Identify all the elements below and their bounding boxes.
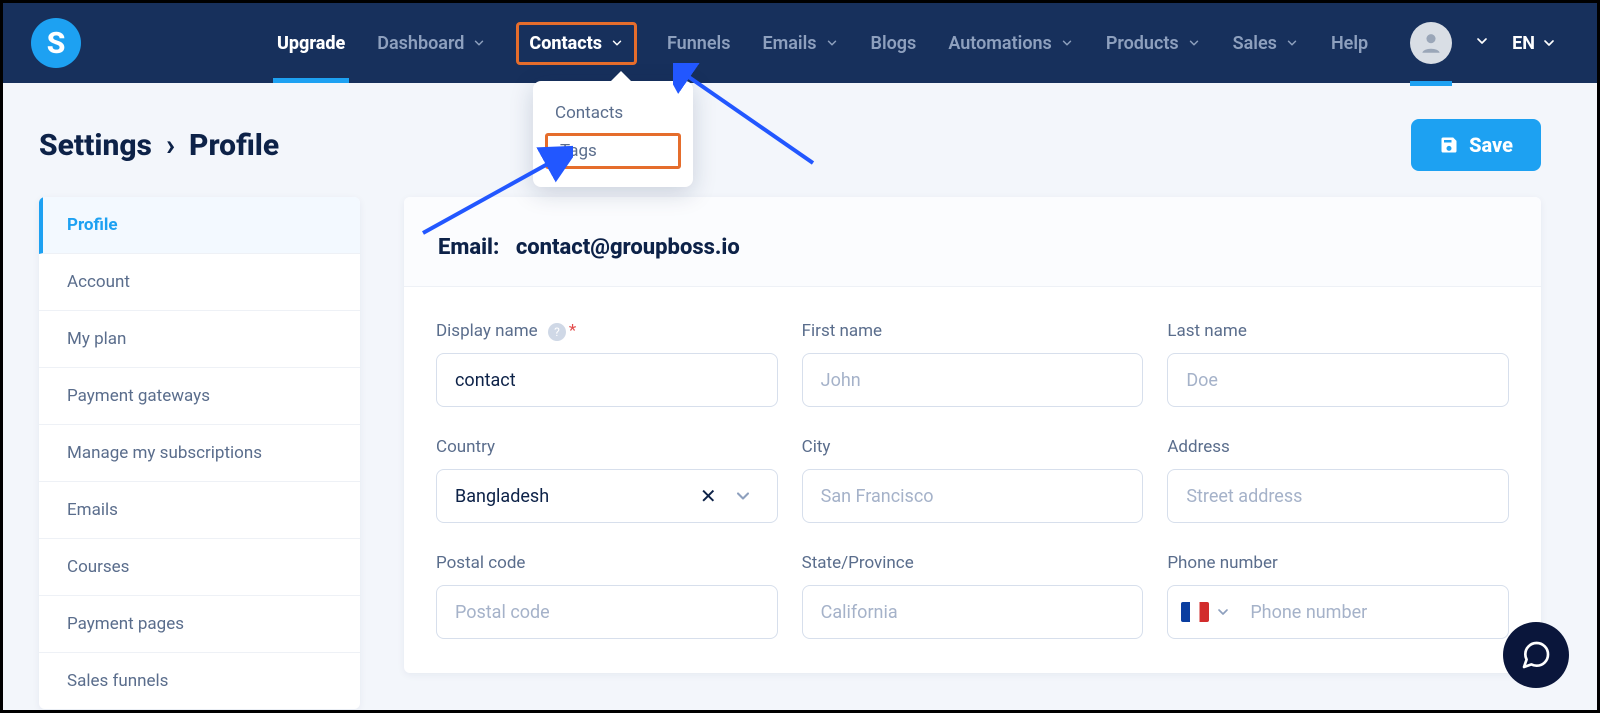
- field-display-name: Display name ?*: [436, 321, 778, 407]
- phone-country-selector[interactable]: [1181, 602, 1231, 622]
- label-phone: Phone number: [1167, 553, 1509, 573]
- user-icon: [1418, 30, 1444, 56]
- language-switch[interactable]: EN: [1512, 33, 1557, 54]
- chevron-down-icon: [472, 36, 486, 50]
- breadcrumb-settings[interactable]: Settings: [39, 128, 152, 163]
- chevron-down-icon: [825, 36, 839, 50]
- contacts-dropdown: Contacts Tags: [533, 81, 693, 187]
- avatar[interactable]: [1410, 22, 1452, 64]
- nav-dashboard[interactable]: Dashboard: [375, 33, 488, 54]
- nav-items: Upgrade Dashboard Contacts Funnels Email…: [275, 22, 1370, 65]
- nav-emails-label: Emails: [762, 33, 816, 54]
- breadcrumb: Settings › Profile: [39, 128, 279, 163]
- save-button-label: Save: [1469, 133, 1513, 157]
- nav-upgrade-label: Upgrade: [277, 33, 345, 54]
- field-city: City: [802, 437, 1144, 523]
- label-postal-code: Postal code: [436, 553, 778, 573]
- chevron-down-icon: [1541, 35, 1557, 51]
- nav-funnels-label: Funnels: [667, 33, 730, 54]
- email-header: Email: contact@groupboss.io: [404, 197, 1541, 287]
- brand-logo[interactable]: S: [31, 18, 81, 68]
- settings-sidebar: Profile Account My plan Payment gateways…: [39, 197, 360, 709]
- label-country: Country: [436, 437, 778, 457]
- save-icon: [1439, 135, 1459, 155]
- field-postal-code: Postal code: [436, 553, 778, 639]
- field-last-name: Last name: [1167, 321, 1509, 407]
- sidebar-item-payment-gateways[interactable]: Payment gateways: [39, 368, 360, 425]
- nav-contacts-label: Contacts: [529, 33, 602, 54]
- label-state: State/Province: [802, 553, 1144, 573]
- profile-form: Display name ?* First name Last name: [404, 287, 1541, 673]
- input-state[interactable]: [802, 585, 1144, 639]
- label-display-name: Display name ?*: [436, 321, 778, 341]
- chevron-down-icon: [1215, 604, 1231, 620]
- flag-france-icon: [1181, 602, 1209, 622]
- select-country[interactable]: Bangladesh ✕: [436, 469, 778, 523]
- nav-sales[interactable]: Sales: [1231, 33, 1301, 54]
- nav-emails[interactable]: Emails: [760, 33, 840, 54]
- chevron-down-icon: [1285, 36, 1299, 50]
- nav-blogs[interactable]: Blogs: [869, 33, 919, 54]
- breadcrumb-profile: Profile: [189, 128, 279, 163]
- page-header: Settings › Profile Save: [3, 83, 1597, 171]
- nav-products-label: Products: [1106, 33, 1179, 54]
- nav-right: EN: [1410, 22, 1557, 64]
- sidebar-item-sales-funnels[interactable]: Sales funnels: [39, 653, 360, 709]
- breadcrumb-separator: ›: [166, 128, 175, 163]
- input-display-name[interactable]: [436, 353, 778, 407]
- field-state: State/Province: [802, 553, 1144, 639]
- label-city: City: [802, 437, 1144, 457]
- input-first-name[interactable]: [802, 353, 1144, 407]
- save-button[interactable]: Save: [1411, 119, 1541, 171]
- nav-blogs-label: Blogs: [871, 33, 917, 54]
- nav-contacts[interactable]: Contacts: [516, 22, 637, 65]
- input-postal-code[interactable]: [436, 585, 778, 639]
- label-last-name: Last name: [1167, 321, 1509, 341]
- top-nav: S Upgrade Dashboard Contacts Funnels Ema…: [3, 3, 1597, 83]
- sidebar-item-my-plan[interactable]: My plan: [39, 311, 360, 368]
- nav-upgrade[interactable]: Upgrade: [275, 33, 347, 54]
- chat-widget[interactable]: [1503, 622, 1569, 688]
- sidebar-item-payment-pages[interactable]: Payment pages: [39, 596, 360, 653]
- nav-sales-label: Sales: [1233, 33, 1277, 54]
- nav-help[interactable]: Help: [1329, 33, 1370, 54]
- nav-funnels[interactable]: Funnels: [665, 33, 732, 54]
- chevron-down-icon: [1060, 36, 1074, 50]
- clear-icon[interactable]: ✕: [700, 484, 717, 508]
- chevron-down-icon: [1187, 36, 1201, 50]
- field-country: Country Bangladesh ✕: [436, 437, 778, 523]
- country-value: Bangladesh: [455, 486, 549, 507]
- field-first-name: First name: [802, 321, 1144, 407]
- email-label: Email:: [438, 235, 499, 260]
- nav-products[interactable]: Products: [1104, 33, 1203, 54]
- sidebar-item-subscriptions[interactable]: Manage my subscriptions: [39, 425, 360, 482]
- sidebar-item-courses[interactable]: Courses: [39, 539, 360, 596]
- sidebar-item-profile[interactable]: Profile: [39, 197, 360, 254]
- input-last-name[interactable]: [1167, 353, 1509, 407]
- input-city[interactable]: [802, 469, 1144, 523]
- sidebar-item-account[interactable]: Account: [39, 254, 360, 311]
- help-icon[interactable]: ?: [548, 323, 566, 341]
- label-address: Address: [1167, 437, 1509, 457]
- input-address[interactable]: [1167, 469, 1509, 523]
- required-marker: *: [569, 321, 576, 341]
- nav-automations[interactable]: Automations: [946, 33, 1076, 54]
- nav-automations-label: Automations: [948, 33, 1052, 54]
- dropdown-item-tags[interactable]: Tags: [545, 133, 681, 169]
- field-address: Address: [1167, 437, 1509, 523]
- label-first-name: First name: [802, 321, 1144, 341]
- avatar-menu-toggle[interactable]: [1474, 33, 1490, 54]
- field-phone: Phone number: [1167, 553, 1509, 639]
- nav-help-label: Help: [1331, 33, 1368, 54]
- chevron-down-icon: [733, 486, 753, 506]
- sidebar-item-emails[interactable]: Emails: [39, 482, 360, 539]
- language-label: EN: [1512, 33, 1535, 54]
- chevron-down-icon: [1474, 33, 1490, 49]
- profile-panel: Email: contact@groupboss.io Display name…: [404, 197, 1541, 673]
- email-value: contact@groupboss.io: [516, 235, 740, 260]
- chat-icon: [1520, 639, 1552, 671]
- chevron-down-icon: [610, 36, 624, 50]
- nav-dashboard-label: Dashboard: [377, 33, 464, 54]
- dropdown-item-contacts[interactable]: Contacts: [533, 95, 693, 131]
